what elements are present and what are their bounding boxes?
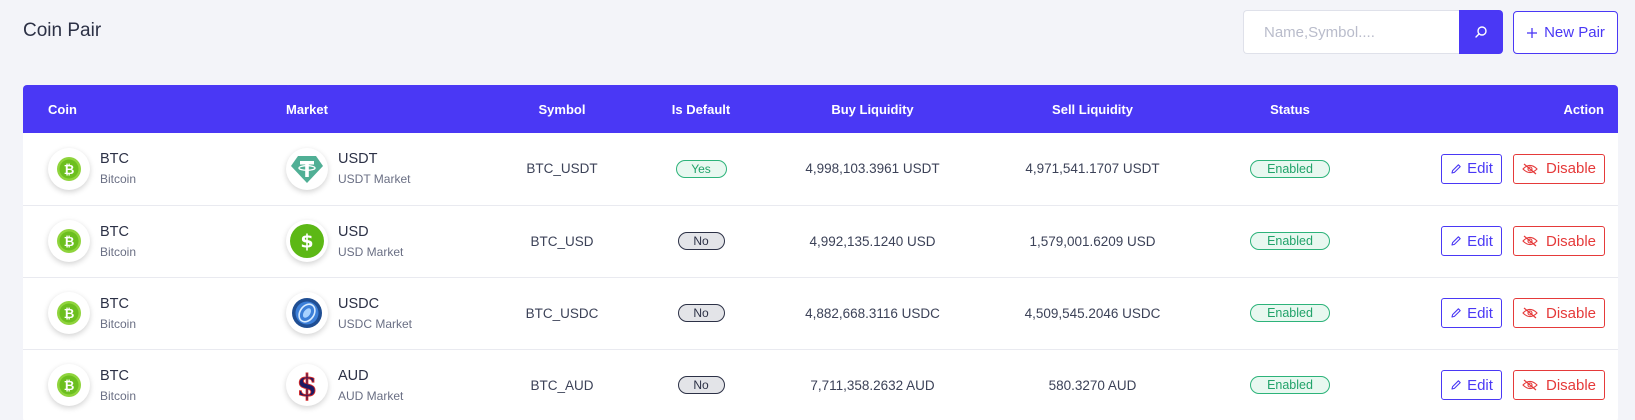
is-default-badge: Yes xyxy=(675,159,727,178)
column-header-symbol: Symbol xyxy=(538,101,586,117)
market-name: USD Market xyxy=(338,244,404,259)
buy-liquidity: 4,882,668.3116 USDC xyxy=(805,305,940,321)
coin-cell: ₿ BTC Bitcoin xyxy=(48,220,261,262)
disable-button[interactable]: Disable xyxy=(1513,153,1605,184)
disable-button[interactable]: Disable xyxy=(1513,370,1605,400)
coin-symbol: BTC xyxy=(100,151,129,168)
dollar-icon: $ xyxy=(286,220,328,262)
table-row: ₿ BTC Bitcoin $ AUD AUD Market BTC_AUD N… xyxy=(23,349,1618,420)
sell-liquidity: 4,509,545.2046 USDC xyxy=(1024,305,1161,321)
column-header-coin: Coin xyxy=(48,101,77,117)
coin-cell: ₿ BTC Bitcoin xyxy=(48,147,261,190)
market-name: USDT Market xyxy=(338,172,411,187)
edit-button[interactable]: Edit xyxy=(1441,370,1502,400)
table-row: ₿ BTC Bitcoin USDC USDC Market BTC_USDC … xyxy=(23,277,1618,349)
new-pair-label: New Pair xyxy=(1544,24,1605,41)
buy-liquidity: 4,998,103.3961 USDT xyxy=(805,161,940,177)
pencil-icon xyxy=(1451,236,1461,246)
pair-symbol: BTC_AUD xyxy=(530,377,594,393)
column-header-sell-liquidity: Sell Liquidity xyxy=(1052,101,1133,117)
plus-icon xyxy=(1527,27,1538,38)
table-row: ₿ BTC Bitcoin USDT USDT Market BTC_USDT … xyxy=(23,133,1618,205)
buy-liquidity: 7,711,358.2632 AUD xyxy=(810,377,935,393)
pair-symbol: BTC_USDT xyxy=(526,161,598,177)
is-default-badge: No xyxy=(677,232,725,250)
sell-liquidity: 580.3270 AUD xyxy=(1048,377,1137,393)
disable-button[interactable]: Disable xyxy=(1513,226,1605,256)
market-cell: $ AUD AUD Market xyxy=(286,364,487,406)
pencil-icon xyxy=(1451,164,1461,174)
coin-name: Bitcoin xyxy=(100,172,137,187)
bitcoin-icon: ₿ xyxy=(48,292,90,334)
svg-text:₿: ₿ xyxy=(64,163,75,178)
coin-pair-table: Coin Market Symbol Is Default Buy Liquid… xyxy=(23,85,1618,420)
market-name: AUD Market xyxy=(338,388,404,403)
coin-symbol: BTC xyxy=(100,367,129,384)
tether-icon xyxy=(286,147,328,190)
column-header-market: Market xyxy=(286,101,328,117)
page-title: Coin Pair xyxy=(23,20,102,41)
coin-symbol: BTC xyxy=(100,223,129,240)
pair-symbol: BTC_USD xyxy=(530,233,594,249)
bitcoin-icon: ₿ xyxy=(48,147,90,190)
status-badge: Enabled xyxy=(1250,232,1330,250)
coin-name: Bitcoin xyxy=(100,388,137,403)
usdc-icon xyxy=(286,292,328,334)
status-badge: Enabled xyxy=(1250,304,1330,322)
sell-liquidity: 4,971,541.1707 USDT xyxy=(1025,161,1160,177)
coin-cell: ₿ BTC Bitcoin xyxy=(48,364,261,406)
search-bar xyxy=(1243,10,1503,54)
edit-button[interactable]: Edit xyxy=(1441,153,1502,184)
is-default-badge: No xyxy=(677,376,725,394)
bitcoin-icon: ₿ xyxy=(48,364,90,406)
coin-cell: ₿ BTC Bitcoin xyxy=(48,292,261,334)
table-header: Coin Market Symbol Is Default Buy Liquid… xyxy=(23,85,1618,133)
column-header-buy-liquidity: Buy Liquidity xyxy=(831,101,914,117)
new-pair-button[interactable]: New Pair xyxy=(1513,11,1618,54)
eye-off-icon xyxy=(1522,163,1538,175)
market-symbol: USDT xyxy=(338,151,378,168)
market-cell: USDC USDC Market xyxy=(286,292,487,334)
edit-button[interactable]: Edit xyxy=(1441,298,1502,328)
coin-name: Bitcoin xyxy=(100,316,137,331)
coin-symbol: BTC xyxy=(100,295,129,312)
pencil-icon xyxy=(1451,308,1461,318)
market-symbol: USDC xyxy=(338,295,380,312)
eye-off-icon xyxy=(1522,307,1538,319)
column-header-action: Action xyxy=(1563,101,1604,117)
market-cell: USDT USDT Market xyxy=(286,147,487,190)
status-badge: Enabled xyxy=(1250,376,1330,394)
market-symbol: AUD xyxy=(338,367,369,384)
status-badge: Enabled xyxy=(1250,159,1330,178)
market-cell: $ USD USD Market xyxy=(286,220,487,262)
table-row: ₿ BTC Bitcoin $ USD USD Market BTC_USD N… xyxy=(23,205,1618,277)
search-button[interactable] xyxy=(1459,10,1503,54)
svg-text:₿: ₿ xyxy=(64,307,75,322)
coin-name: Bitcoin xyxy=(100,244,137,259)
svg-text:₿: ₿ xyxy=(64,235,75,250)
disable-button[interactable]: Disable xyxy=(1513,298,1605,328)
pencil-icon xyxy=(1451,380,1461,390)
pair-symbol: BTC_USDC xyxy=(525,305,599,321)
is-default-badge: No xyxy=(677,304,725,322)
svg-text:$: $ xyxy=(297,369,318,401)
sell-liquidity: 1,579,001.6209 USD xyxy=(1029,233,1156,249)
eye-off-icon xyxy=(1522,235,1538,247)
svg-text:₿: ₿ xyxy=(64,379,75,394)
market-name: USDC Market xyxy=(338,316,413,331)
column-header-is-default: Is Default xyxy=(671,101,731,117)
svg-text:$: $ xyxy=(300,231,313,253)
edit-button[interactable]: Edit xyxy=(1441,226,1502,256)
search-icon xyxy=(1475,26,1487,38)
eye-off-icon xyxy=(1522,379,1538,391)
search-input[interactable] xyxy=(1243,10,1459,54)
buy-liquidity: 4,992,135.1240 USD xyxy=(809,233,936,249)
aud-dollar-icon: $ xyxy=(286,364,328,406)
column-header-status: Status xyxy=(1270,101,1310,117)
market-symbol: USD xyxy=(338,223,369,240)
bitcoin-icon: ₿ xyxy=(48,220,90,262)
